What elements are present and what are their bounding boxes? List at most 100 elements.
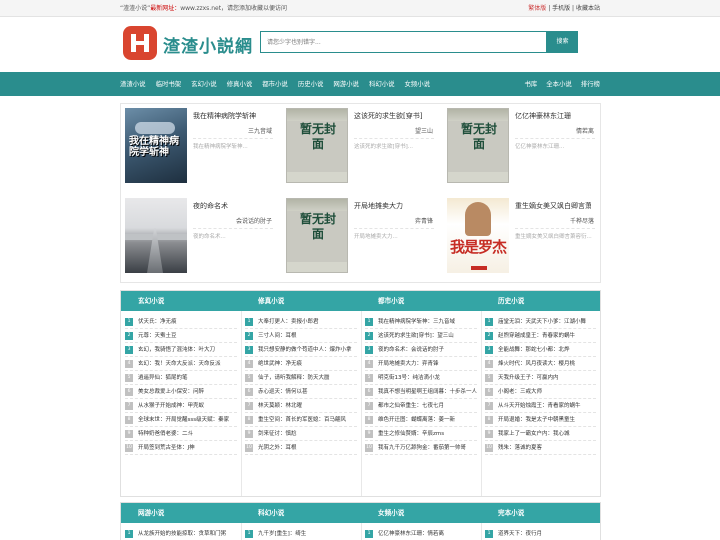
ranking-item[interactable]: 9 我家上了一霸女户内：我心城 <box>485 427 596 441</box>
ranking-title[interactable]: 九千岁[重生]：绮生 <box>258 531 306 537</box>
ranking-title[interactable]: 玄幻，我骑悟了混沌体：叶大刀 <box>138 347 215 353</box>
ranking-title[interactable]: 赵煦穿越成皇王：青春家的蜗牛 <box>498 333 575 339</box>
ranking-title[interactable]: 全球末世：开局觉醒sss级天赋：秦家 <box>138 417 229 423</box>
ranking-title[interactable]: 明克街13号：纯洁滴小龙 <box>378 375 440 381</box>
ranking-item[interactable]: 8 维色开迁图：蝴蝶离落：姜一新 <box>365 413 477 427</box>
bookmark-link[interactable]: 收藏本站 <box>576 5 600 12</box>
nav-item[interactable]: 科幻小说 <box>369 72 395 96</box>
category-heading[interactable]: 完本小说 <box>481 503 600 523</box>
ranking-title[interactable]: 维色开迁图：蝴蝶离落：姜一新 <box>378 417 455 423</box>
search-button[interactable]: 搜索 <box>547 31 578 53</box>
ranking-title[interactable]: 开局退婚：我是太子中朝黑童生 <box>498 417 575 423</box>
ranking-item[interactable]: 1 我在精神病院学斩神：三九音域 <box>365 315 477 329</box>
ranking-item[interactable]: 4 烽火时代：风月夜读大：樱月桃 <box>485 357 596 371</box>
ranking-title[interactable]: 三寸人间：耳根 <box>258 333 297 339</box>
nav-item[interactable]: 玄幻小说 <box>191 72 217 96</box>
ranking-title[interactable]: 光阴之外：耳根 <box>258 445 297 451</box>
site-logo[interactable]: 渣渣小説網 <box>120 25 255 61</box>
ranking-title[interactable]: 夜的命名术：会说话的肘子 <box>378 347 444 353</box>
nav-item[interactable]: 临时书架 <box>156 72 182 96</box>
ranking-item[interactable]: 6 我真不想当明星啊王组阔暮：十步杀一人 <box>365 385 477 399</box>
ranking-title[interactable]: 残朱：落诚的夏客 <box>498 445 542 451</box>
ranking-item[interactable]: 5 仙子，请听我解释：防天大蜃 <box>245 371 357 385</box>
ranking-item[interactable]: 1 九千岁[重生]：绮生 <box>245 527 357 540</box>
nav-item[interactable]: 女频小说 <box>405 72 431 96</box>
ranking-title[interactable]: 我有九千万亿舔狗金：番茄第一帅哥 <box>378 445 466 451</box>
book-title[interactable]: 开局地摊卖大力 <box>354 201 430 211</box>
book-cover[interactable]: 我在精神病院学斩神 <box>125 108 187 183</box>
ranking-item[interactable]: 3 夜的命名术：会说话的肘子 <box>365 343 477 357</box>
ranking-item[interactable]: 4 开局地摊卖大力：弈青锋 <box>365 357 477 371</box>
ranking-item[interactable]: 7 林天莫颖：林北曜 <box>245 399 357 413</box>
ranking-item[interactable]: 1 伏天氏：净无痕 <box>125 315 237 329</box>
nav-item[interactable]: 都市小说 <box>262 72 288 96</box>
book-cover[interactable]: 暂无封面 <box>447 108 509 183</box>
ranking-item[interactable]: 6 美女总裁爱上小保安：问醉 <box>125 385 237 399</box>
ranking-item[interactable]: 4 绝世武神：净无痕 <box>245 357 357 371</box>
featured-book[interactable]: 夜的命名术 会说话的肘子 夜的命名术... <box>121 194 278 274</box>
featured-book[interactable]: 我是罗杰 重生嫡女美又飒白卿言萧容衍千桦尽落重生嫡女美又飒白卿言萧容衍... <box>443 194 600 274</box>
ranking-item[interactable]: 5 明克街13号：纯洁滴小龙 <box>365 371 477 385</box>
ranking-title[interactable]: 美女总裁爱上小保安：问醉 <box>138 389 204 395</box>
ranking-item[interactable]: 3 全能战舞：那蛇七小都：北烨 <box>485 343 596 357</box>
ranking-item[interactable]: 10 开局签到荒古圣体：J神 <box>125 441 237 455</box>
category-heading[interactable]: 女频小说 <box>361 503 481 523</box>
ranking-item[interactable]: 7 从水猴子开始成神：甲壳蚁 <box>125 399 237 413</box>
ranking-title[interactable]: 重生之修仙赘婿：辛辰zms <box>378 431 444 437</box>
ranking-item[interactable]: 6 小阁老：三戒大师 <box>485 385 596 399</box>
ranking-item[interactable]: 1 道界天下：夜行月 <box>485 527 596 540</box>
ranking-title[interactable]: 林天莫颖：林北曜 <box>258 403 302 409</box>
book-title[interactable]: 我在精神病院学斩神 <box>193 111 269 121</box>
ranking-item[interactable]: 1 从龙族开始的技能掠取：贪草和门粥 <box>125 527 237 540</box>
ranking-title[interactable]: 伏天氏：净无痕 <box>138 319 177 325</box>
book-title[interactable]: 亿亿神豪林东江珊 <box>515 111 591 121</box>
ranking-title[interactable]: 道界天下：夜行月 <box>498 531 542 537</box>
ranking-title[interactable]: 剑来征讨：慎尬 <box>258 431 297 437</box>
ranking-item[interactable]: 7 从斗天开始烛霞王：青看家的蜗牛 <box>485 399 596 413</box>
book-cover[interactable]: 暂无封面 <box>286 108 348 183</box>
search-input[interactable] <box>261 32 516 52</box>
nav-item[interactable]: 修真小说 <box>227 72 253 96</box>
category-heading[interactable]: 玄幻小说 <box>121 291 241 311</box>
ranking-item[interactable]: 5 天我升级王子：可赢内内 <box>485 371 596 385</box>
ranking-item[interactable]: 10 光阴之外：耳根 <box>245 441 357 455</box>
ranking-title[interactable]: 天我升级王子：可赢内内 <box>498 375 559 381</box>
ranking-title[interactable]: 都市之仙帝重生：七夜七月 <box>378 403 444 409</box>
ranking-title[interactable]: 从龙族开始的技能掠取：贪草和门粥 <box>138 531 226 537</box>
ranking-item[interactable]: 7 都市之仙帝重生：七夜七月 <box>365 399 477 413</box>
ranking-title[interactable]: 从水猴子开始成神：甲壳蚁 <box>138 403 204 409</box>
ranking-item[interactable]: 5 逍遥异仙：狐尾的笔 <box>125 371 237 385</box>
ranking-title[interactable]: 我在精神病院学斩神：三九音域 <box>378 319 455 325</box>
ranking-item[interactable]: 3 玄幻，我骑悟了混沌体：叶大刀 <box>125 343 237 357</box>
ranking-item[interactable]: 2 赵煦穿越成皇王：青春家的蜗牛 <box>485 329 596 343</box>
ranking-title[interactable]: 玄幻：我！天命大反派：天命反派 <box>138 361 221 367</box>
mobile-version-link[interactable]: 手机版 <box>552 5 570 12</box>
nav-item[interactable]: 渣渣小说 <box>120 72 146 96</box>
ranking-item[interactable]: 1 庙堂无泪：天武天下小爹：江湖小舞 <box>485 315 596 329</box>
ranking-title[interactable]: 仙子，请听我解释：防天大蜃 <box>258 375 330 381</box>
ranking-item[interactable]: 8 全球末世：开局觉醒sss级天赋：秦家 <box>125 413 237 427</box>
ranking-title[interactable]: 全能战舞：那蛇七小都：北烨 <box>498 347 570 353</box>
featured-book[interactable]: 暂无封面 开局地摊卖大力 弈青锋 开局地摊卖大力... <box>282 194 439 274</box>
ranking-item[interactable]: 1 大奉打更人：卖报小郎君 <box>245 315 357 329</box>
ranking-title[interactable]: 烽火时代：风月夜读大：樱月桃 <box>498 361 575 367</box>
ranking-item[interactable]: 2 这该死的求生欲[穿书]：望三山 <box>365 329 477 343</box>
ranking-title[interactable]: 小阁老：三戒大师 <box>498 389 542 395</box>
ranking-item[interactable]: 10 我有九千万亿舔狗金：番茄第一帅哥 <box>365 441 477 455</box>
ranking-item[interactable]: 8 开局退婚：我是太子中朝黑童生 <box>485 413 596 427</box>
ranking-title[interactable]: 庙堂无泪：天武天下小爹：江湖小舞 <box>498 319 586 325</box>
ranking-title[interactable]: 绝世武神：净无痕 <box>258 361 302 367</box>
nav-item[interactable]: 全本小说 <box>546 72 572 96</box>
ranking-title[interactable]: 开局签到荒古圣体：J神 <box>138 445 195 451</box>
category-heading[interactable]: 修真小说 <box>241 291 361 311</box>
category-heading[interactable]: 历史小说 <box>481 291 600 311</box>
ranking-title[interactable]: 亿亿神豪林东江珊：情若离 <box>378 531 444 537</box>
traditional-version-link[interactable]: 繁体版 <box>528 5 546 12</box>
ranking-title[interactable]: 逍遥异仙：狐尾的笔 <box>138 375 188 381</box>
ranking-title[interactable]: 我家上了一霸女户内：我心城 <box>498 431 570 437</box>
nav-item[interactable]: 历史小说 <box>298 72 324 96</box>
category-heading[interactable]: 科幻小说 <box>241 503 361 523</box>
ranking-title[interactable]: 从斗天开始烛霞王：青看家的蜗牛 <box>498 403 581 409</box>
ranking-item[interactable]: 9 重生之修仙赘婿：辛辰zms <box>365 427 477 441</box>
category-heading[interactable]: 网游小说 <box>121 503 241 523</box>
